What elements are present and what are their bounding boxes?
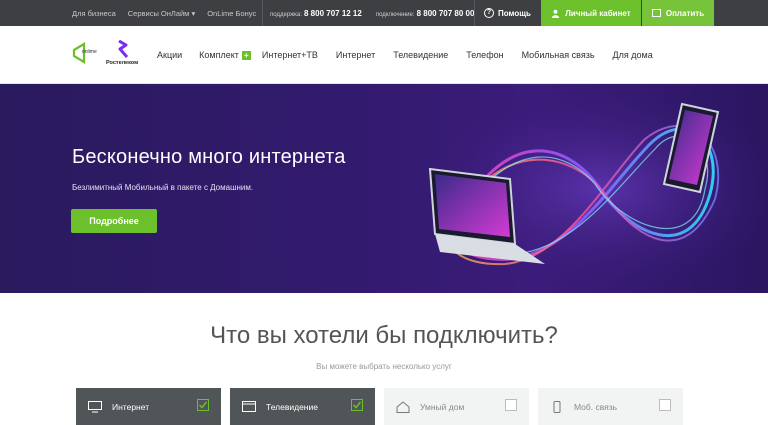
section-subtitle: Вы можете выбрать несколько услуг xyxy=(316,362,452,371)
services-label: Сервисы ОнЛайм xyxy=(127,8,190,18)
user-icon xyxy=(552,9,560,18)
checkbox-unchecked[interactable] xyxy=(659,399,671,411)
home-icon xyxy=(396,400,410,413)
main-nav: Акции Комплект + Интернет+ТВ Интернет Тел… xyxy=(157,26,653,84)
support-label: поддержка: xyxy=(270,11,302,18)
top-bar: Для бизнеса Сервисы ОнЛайм ▾ OnLime Бону… xyxy=(0,0,768,26)
nav-item-tv[interactable]: Телевидение xyxy=(393,50,448,60)
nav-item-internet[interactable]: Интернет xyxy=(336,50,375,60)
checkbox-unchecked[interactable] xyxy=(505,399,517,411)
rostelecom-logo-text: Ростелеком xyxy=(106,60,139,66)
service-card-mobile[interactable]: Моб. связь xyxy=(538,388,683,425)
phones: поддержка: 8 800 707 12 12 подключение: … xyxy=(270,0,474,26)
checkbox-checked[interactable] xyxy=(351,399,363,411)
service-card-tv[interactable]: Телевидение xyxy=(230,388,375,425)
service-card-internet[interactable]: Интернет xyxy=(76,388,221,425)
support-phone[interactable]: 8 800 707 12 12 xyxy=(304,9,362,18)
cabinet-button[interactable]: Личный кабинет xyxy=(541,0,641,26)
rostelecom-logo-mark xyxy=(118,40,129,58)
nav-item-home[interactable]: Для дома xyxy=(613,50,653,60)
pay-button[interactable]: Оплатить xyxy=(642,0,714,26)
question-icon: ? xyxy=(484,8,494,18)
monitor-icon xyxy=(88,400,102,412)
divider xyxy=(262,0,263,26)
bonus-link[interactable]: OnLime Бонус xyxy=(207,9,256,18)
business-link[interactable]: Для бизнеса xyxy=(72,9,116,18)
checkbox-checked[interactable] xyxy=(197,399,209,411)
nav-item-promo[interactable]: Акции xyxy=(157,50,182,60)
plus-icon: + xyxy=(241,51,251,61)
help-label: Помощь xyxy=(498,8,531,18)
service-cards: Интернет Телевидение Умный дом Моб. связ… xyxy=(76,388,684,425)
onlime-logo[interactable]: onlime xyxy=(72,42,102,64)
service-card-label: Интернет xyxy=(112,401,150,412)
header: onlime Ростелеком Акции Комплект + Интерн… xyxy=(0,26,768,84)
help-link[interactable]: ? Помощь xyxy=(484,0,531,26)
details-button[interactable]: Подробнее xyxy=(71,209,157,233)
nav-item-mobile[interactable]: Мобильная связь xyxy=(522,50,595,60)
hero-illustration xyxy=(400,84,768,293)
services-link[interactable]: Сервисы ОнЛайм ▾ xyxy=(128,9,195,18)
hero-subtitle: Безлимитный Мобильный в пакете с Домашни… xyxy=(72,183,254,192)
nav-item-bundle-label: Комплект xyxy=(199,49,239,60)
chevron-down-icon: ▾ xyxy=(191,8,196,18)
hero-title: Бесконечно много интернета xyxy=(72,146,346,168)
section-title: Что вы хотели бы подключить? xyxy=(210,322,558,349)
nav-item-bundle[interactable]: Комплект + xyxy=(199,49,251,61)
wallet-icon xyxy=(651,9,661,17)
phone-icon xyxy=(553,400,561,413)
onlime-logo-text: onlime xyxy=(82,49,97,55)
divider xyxy=(474,0,475,26)
cabinet-label: Личный кабинет xyxy=(565,8,631,18)
nav-item-phone[interactable]: Телефон xyxy=(466,50,503,60)
rostelecom-logo[interactable]: Ростелеком xyxy=(106,40,140,72)
service-card-label: Умный дом xyxy=(420,401,465,412)
hero-banner: Бесконечно много интернета Безлимитный М… xyxy=(0,84,768,293)
nav-item-internet-tv[interactable]: Интернет+ТВ xyxy=(262,50,318,60)
service-card-label: Телевидение xyxy=(266,401,318,412)
check-icon xyxy=(352,401,362,409)
connect-phone[interactable]: 8 800 707 80 00 xyxy=(417,9,475,18)
pay-label: Оплатить xyxy=(665,8,705,18)
check-icon xyxy=(198,401,208,409)
tv-icon xyxy=(242,400,256,412)
service-card-smart-home[interactable]: Умный дом xyxy=(384,388,529,425)
top-links: Для бизнеса Сервисы ОнЛайм ▾ OnLime Бону… xyxy=(72,0,256,26)
connect-label: подключение: xyxy=(375,11,415,18)
service-card-label: Моб. связь xyxy=(574,401,618,412)
